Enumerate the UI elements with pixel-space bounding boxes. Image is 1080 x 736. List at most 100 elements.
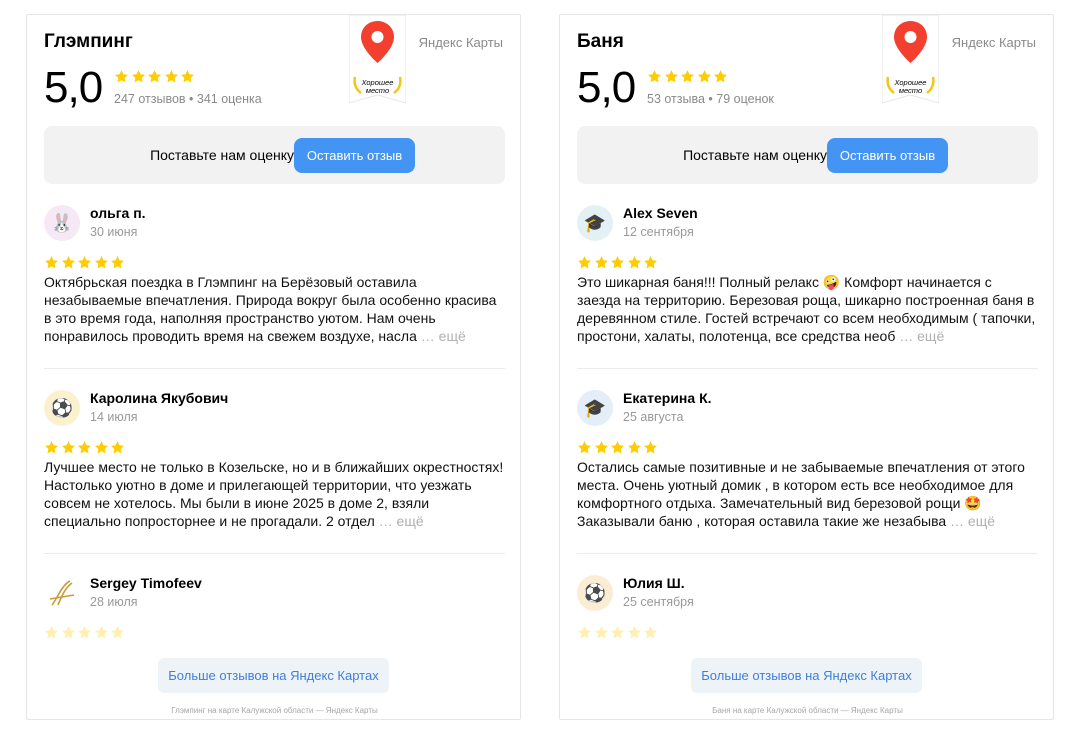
star-icon [610, 625, 625, 640]
star-icon [110, 255, 125, 270]
good-place-badge: Хорошее место [349, 15, 406, 107]
divider [577, 368, 1038, 369]
reviews-widget-banya: Баня Хорошее место Яндекс Карты 5,0 53 о… [559, 14, 1054, 720]
divider [44, 368, 505, 369]
graduation-cap-icon: 🎓 [577, 205, 613, 241]
review-text: Октябрьская поездка в Глэмпинг на Берёзо… [44, 273, 505, 345]
review-date: 28 июля [90, 595, 138, 609]
read-more-link[interactable]: … ещё [417, 328, 466, 344]
star-icon [577, 625, 592, 640]
review-date: 12 сентября [623, 225, 694, 239]
read-more-link[interactable]: … ещё [946, 513, 995, 529]
review-stars [577, 440, 660, 460]
review-text-body: Лучшее место не только в Козельске, но и… [44, 459, 504, 529]
rate-us-text: Поставьте нам оценку [683, 147, 827, 163]
star-icon [44, 440, 59, 455]
star-icon [577, 440, 592, 455]
rating-stars [114, 69, 197, 89]
good-place-badge: Хорошее место [882, 15, 939, 107]
graduation-cap-icon: 🎓 [577, 390, 613, 426]
review-author[interactable]: Екатерина К. [623, 390, 712, 406]
review-stars [577, 255, 660, 275]
badge-line-2: место [899, 86, 922, 95]
star-icon [77, 255, 92, 270]
soccer-ball-icon: ⚽ [44, 390, 80, 426]
star-icon [594, 440, 609, 455]
star-icon [680, 69, 695, 84]
star-icon [577, 255, 592, 270]
star-icon [147, 69, 162, 84]
yandex-maps-link[interactable]: Яндекс Карты [952, 35, 1036, 50]
read-more-link[interactable]: … ещё [375, 513, 424, 529]
leave-review-button[interactable]: Оставить отзыв [294, 138, 415, 173]
star-icon [94, 255, 109, 270]
signature-logo-icon [44, 575, 80, 611]
review-text: Лучшее место не только в Козельске, но и… [44, 458, 505, 530]
review-author[interactable]: Юлия Ш. [623, 575, 685, 591]
review-date: 14 июля [90, 410, 138, 424]
star-icon [643, 255, 658, 270]
more-reviews-button[interactable]: Больше отзывов на Яндекс Картах [158, 658, 389, 693]
star-icon [594, 625, 609, 640]
bunny-icon: 🐰 [44, 205, 80, 241]
star-icon [664, 69, 679, 84]
star-icon [627, 440, 642, 455]
signature-logo-svg [49, 580, 75, 606]
rate-us-panel: Поставьте нам оценку Оставить отзыв [577, 126, 1038, 184]
star-icon [61, 625, 76, 640]
widget-title: Глэмпинг [44, 31, 133, 52]
star-icon [627, 255, 642, 270]
footer-link[interactable]: Баня на карте Калужской области — Яндекс… [560, 706, 1053, 715]
good-place-badge-icon: Хорошее место [882, 15, 939, 104]
star-icon [110, 625, 125, 640]
star-icon [61, 255, 76, 270]
more-reviews-button[interactable]: Больше отзывов на Яндекс Картах [691, 658, 922, 693]
divider [44, 553, 505, 554]
rate-us-text: Поставьте нам оценку [150, 147, 294, 163]
star-icon [610, 255, 625, 270]
star-icon [697, 69, 712, 84]
star-icon [647, 69, 662, 84]
good-place-badge-icon: Хорошее место [349, 15, 406, 104]
star-icon [713, 69, 728, 84]
yandex-maps-link[interactable]: Яндекс Карты [419, 35, 503, 50]
star-icon [610, 440, 625, 455]
rating-value: 5,0 [44, 63, 103, 112]
badge-line-2: место [366, 86, 389, 95]
star-icon [164, 69, 179, 84]
review-date: 25 сентября [623, 595, 694, 609]
review-stars [577, 625, 660, 645]
review-date: 25 августа [623, 410, 684, 424]
star-icon [114, 69, 129, 84]
star-icon [131, 69, 146, 84]
star-icon [643, 440, 658, 455]
review-author[interactable]: Каролина Якубович [90, 390, 228, 406]
divider [577, 553, 1038, 554]
rate-us-panel: Поставьте нам оценку Оставить отзыв [44, 126, 505, 184]
review-text-body: Это шикарная баня!!! Полный релакс 🤪 Ком… [577, 274, 1036, 344]
star-icon [77, 440, 92, 455]
star-icon [627, 625, 642, 640]
review-author[interactable]: ольга п. [90, 205, 146, 221]
star-icon [180, 69, 195, 84]
review-author[interactable]: Alex Seven [623, 205, 698, 221]
star-icon [61, 440, 76, 455]
review-text: Это шикарная баня!!! Полный релакс 🤪 Ком… [577, 273, 1038, 345]
rating-count: 247 отзывов • 341 оценка [114, 92, 262, 106]
star-icon [94, 440, 109, 455]
review-date: 30 июня [90, 225, 138, 239]
read-more-link[interactable]: … ещё [895, 328, 944, 344]
star-icon [44, 625, 59, 640]
review-text: Остались самые позитивные и не забываемы… [577, 458, 1038, 530]
soccer-ball-icon: ⚽ [577, 575, 613, 611]
star-icon [94, 625, 109, 640]
star-icon [77, 625, 92, 640]
review-stars [44, 625, 127, 645]
review-author[interactable]: Sergey Timofeev [90, 575, 202, 591]
review-stars [44, 440, 127, 460]
footer-link[interactable]: Глэмпинг на карте Калужской области — Ян… [27, 706, 520, 715]
rating-count: 53 отзыва • 79 оценок [647, 92, 774, 106]
leave-review-button[interactable]: Оставить отзыв [827, 138, 948, 173]
review-stars [44, 255, 127, 275]
star-icon [110, 440, 125, 455]
